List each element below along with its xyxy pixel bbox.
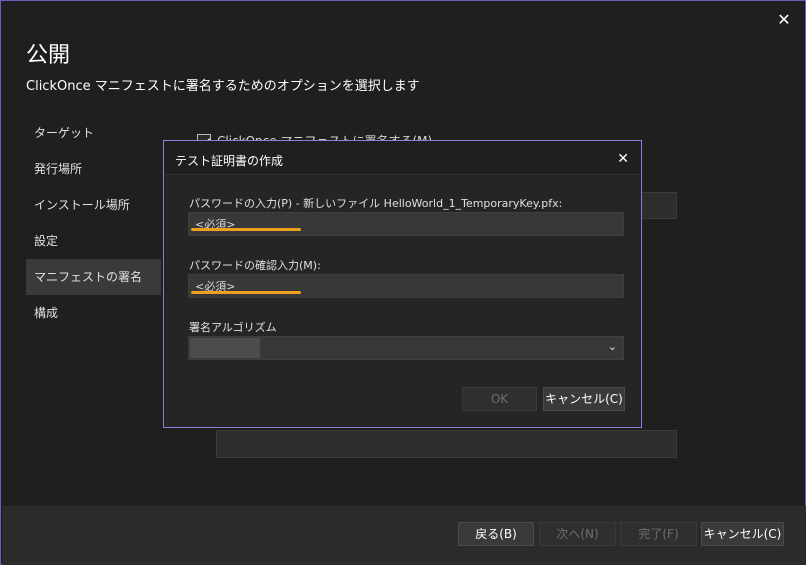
wizard-cancel-button[interactable]: キャンセル(C): [701, 522, 784, 546]
window-close-icon[interactable]: ✕: [775, 11, 793, 29]
confirm-password-highlight: [191, 291, 301, 294]
confirm-password-label: パスワードの確認入力(M):: [189, 259, 321, 272]
page-title: 公開: [26, 43, 71, 68]
timestamp-server-field[interactable]: [216, 430, 677, 458]
sidebar-item-configuration[interactable]: 構成: [26, 295, 161, 331]
finish-button[interactable]: 完了(F): [620, 522, 697, 546]
ok-button[interactable]: OK: [462, 387, 537, 411]
sidebar-nav: ターゲット 発行場所 インストール場所 設定 マニフェストの署名 構成: [26, 115, 161, 331]
signature-algorithm-value: [190, 338, 260, 358]
sidebar-item-target[interactable]: ターゲット: [26, 115, 161, 151]
signature-algorithm-dropdown[interactable]: ⌄: [188, 336, 624, 360]
password-label: パスワードの入力(P) - 新しいファイル HelloWorld_1_Tempo…: [189, 197, 563, 210]
back-button[interactable]: 戻る(B): [458, 522, 534, 546]
dialog-close-icon[interactable]: ✕: [617, 151, 629, 167]
confirm-password-input[interactable]: [188, 274, 624, 298]
create-test-certificate-dialog: テスト証明書の作成 ✕ パスワードの入力(P) - 新しいファイル HelloW…: [163, 140, 642, 428]
sidebar-item-manifest-signing[interactable]: マニフェストの署名: [26, 259, 161, 295]
dialog-title: テスト証明書の作成: [175, 154, 284, 168]
wizard-footer: 戻る(B) 次へ(N) 完了(F) キャンセル(C): [2, 506, 806, 565]
next-button[interactable]: 次へ(N): [539, 522, 616, 546]
dialog-body: パスワードの入力(P) - 新しいファイル HelloWorld_1_Tempo…: [165, 174, 640, 427]
dialog-cancel-button[interactable]: キャンセル(C): [543, 387, 625, 411]
password-highlight: [191, 228, 301, 231]
sidebar-item-publish-location[interactable]: 発行場所: [26, 151, 161, 187]
sidebar-item-install-location[interactable]: インストール場所: [26, 187, 161, 223]
password-input[interactable]: [188, 212, 624, 236]
sidebar-item-settings[interactable]: 設定: [26, 223, 161, 259]
page-subtitle: ClickOnce マニフェストに署名するためのオプションを選択します: [26, 79, 420, 94]
signature-algorithm-label: 署名アルゴリズム: [189, 321, 277, 334]
chevron-down-icon: ⌄: [607, 340, 617, 353]
